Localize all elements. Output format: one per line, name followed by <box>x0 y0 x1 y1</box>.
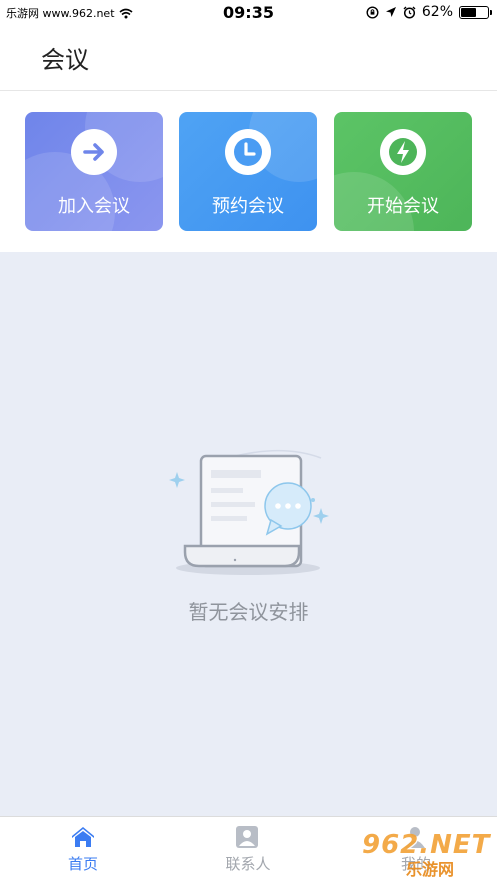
page-header: 会议 <box>0 26 497 91</box>
lightning-icon <box>389 138 417 166</box>
start-meeting-button[interactable]: 开始会议 <box>334 112 472 231</box>
schedule-meeting-button[interactable]: 预约会议 <box>179 112 317 231</box>
location-icon <box>385 7 396 17</box>
schedule-meeting-label: 预约会议 <box>212 196 284 217</box>
clock-icon <box>234 138 262 166</box>
battery-fill <box>461 7 476 17</box>
join-meeting-button[interactable]: 加入会议 <box>25 112 163 231</box>
tab-contacts-label: 联系人 <box>225 855 271 873</box>
tab-contacts[interactable]: 联系人 <box>188 817 308 884</box>
battery-icon <box>459 5 492 19</box>
page-title: 会议 <box>41 46 89 74</box>
empty-state: 暂无会议安排 <box>0 252 497 816</box>
join-meeting-label: 加入会议 <box>58 196 130 217</box>
empty-document-chat-icon <box>169 449 329 575</box>
status-bar: 乐游网 www.962.net 09:35 62% <box>0 0 497 26</box>
start-icon-circle <box>380 129 426 175</box>
quick-actions: 加入会议 预约会议 开始会议 <box>0 91 497 252</box>
contact-icon <box>236 826 258 848</box>
alarm-icon <box>403 6 416 19</box>
battery-percent: 62% <box>421 4 453 20</box>
status-indicators: 62% <box>366 4 492 20</box>
arrow-right-icon <box>83 143 104 161</box>
orientation-lock-icon <box>366 5 379 19</box>
tab-home-label: 首页 <box>67 855 98 873</box>
site-watermark: 962.NET 乐游网 <box>362 830 494 879</box>
start-meeting-label: 开始会议 <box>367 196 439 217</box>
join-icon-circle <box>71 129 117 175</box>
home-icon <box>72 827 94 847</box>
schedule-icon-circle <box>225 129 271 175</box>
empty-state-text: 暂无会议安排 <box>188 600 309 624</box>
tab-home[interactable]: 首页 <box>23 817 143 884</box>
watermark-line2: 乐游网 <box>406 860 455 879</box>
